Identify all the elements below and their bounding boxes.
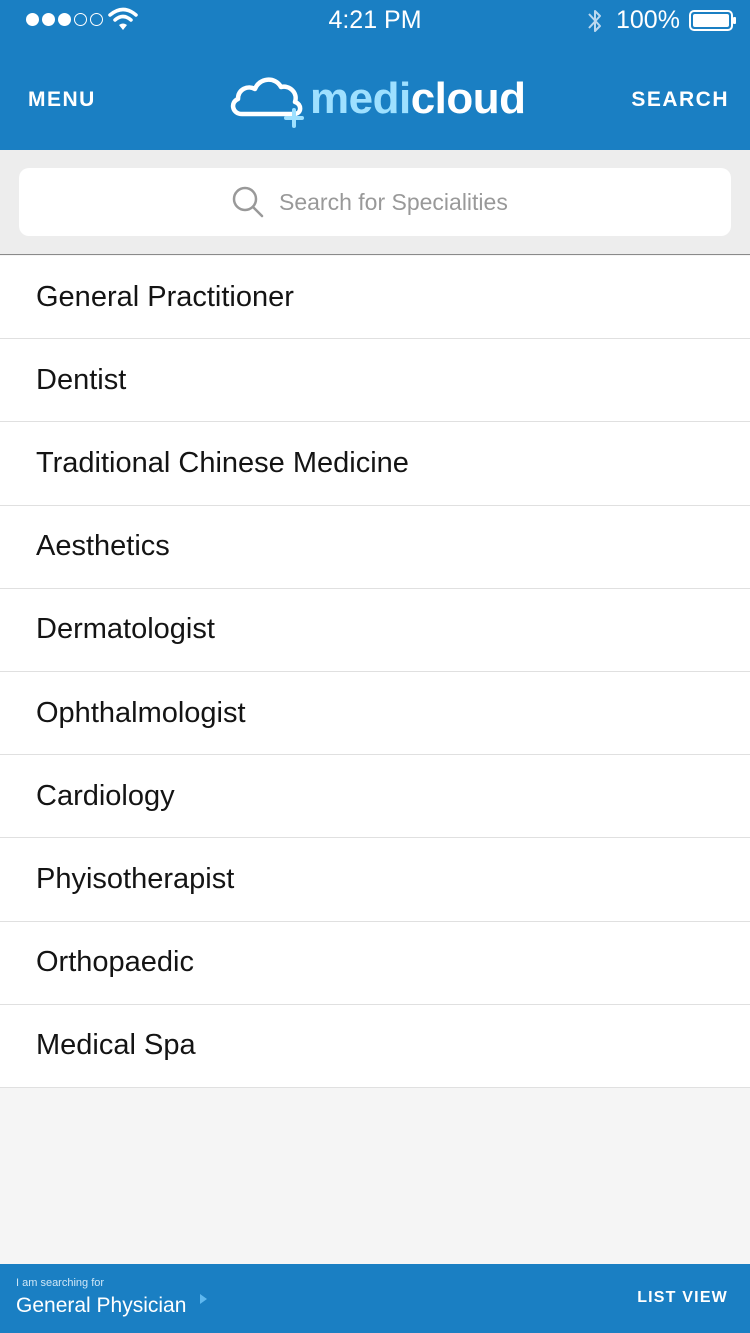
search-box[interactable] bbox=[19, 168, 731, 236]
nav-bar: MENU medicloud SEARCH bbox=[0, 50, 750, 150]
list-item[interactable]: General Practitioner bbox=[0, 256, 750, 340]
searching-for-label: I am searching for bbox=[16, 1277, 105, 1289]
cloud-plus-icon bbox=[230, 77, 304, 128]
top-bar: 4:21 PM 100% MENU medicloud SEARCH bbox=[0, 0, 750, 150]
list-item[interactable]: Orthopaedic bbox=[0, 921, 750, 1005]
battery-icon bbox=[689, 10, 736, 31]
search-input[interactable] bbox=[279, 188, 519, 216]
search-area bbox=[0, 150, 750, 255]
logo-wordmark: medicloud bbox=[310, 74, 526, 124]
logo-text-medi: medi bbox=[310, 74, 411, 123]
search-button[interactable]: SEARCH bbox=[631, 88, 729, 112]
list-item[interactable]: Cardiology bbox=[0, 755, 750, 839]
triangle-right-icon[interactable] bbox=[199, 1293, 208, 1305]
bottom-bar: I am searching for General Physician LIS… bbox=[0, 1264, 750, 1333]
list-item[interactable]: Phyisotherapist bbox=[0, 838, 750, 922]
status-bar: 4:21 PM 100% bbox=[0, 0, 750, 40]
bluetooth-icon bbox=[588, 10, 601, 32]
list-item[interactable]: Dermatologist bbox=[0, 588, 750, 672]
list-item[interactable]: Ophthalmologist bbox=[0, 671, 750, 756]
list-item[interactable]: Dentist bbox=[0, 339, 750, 423]
list-item[interactable]: Medical Spa bbox=[0, 1004, 750, 1088]
list-view-button[interactable]: LIST VIEW bbox=[637, 1289, 728, 1307]
logo-text-cloud: cloud bbox=[410, 74, 526, 123]
battery-percent: 100% bbox=[616, 6, 680, 34]
searching-for-value[interactable]: General Physician bbox=[16, 1294, 186, 1318]
menu-button[interactable]: MENU bbox=[28, 88, 96, 112]
list-item[interactable]: Traditional Chinese Medicine bbox=[0, 422, 750, 506]
app-logo: medicloud bbox=[228, 70, 526, 130]
list-item[interactable]: Aesthetics bbox=[0, 505, 750, 589]
search-icon bbox=[232, 186, 264, 218]
speciality-list: General Practitioner Dentist Traditional… bbox=[0, 256, 750, 1088]
